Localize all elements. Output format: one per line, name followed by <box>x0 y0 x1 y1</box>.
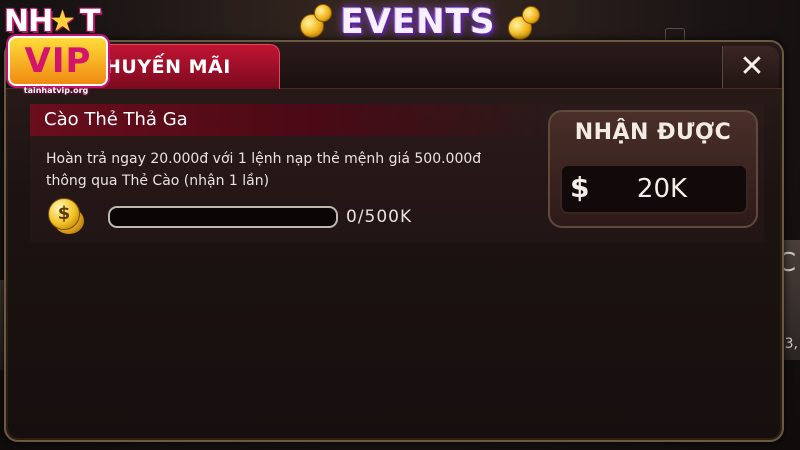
logo-vip-badge: VIP <box>8 36 108 86</box>
background-text-small: 3, <box>784 336 798 352</box>
event-description-line: Hoàn trả ngay 20.000đ với 1 lệnh nạp thẻ… <box>46 151 482 167</box>
reward-label: NHẬN ĐƯỢC <box>574 120 732 145</box>
panel-tab-bar: HUYẾN MÃI ✕ <box>6 42 782 89</box>
dollar-icon: $ <box>570 171 590 204</box>
logo-text-right: T <box>80 4 100 39</box>
coin-icon: $ <box>48 198 88 238</box>
event-card: Cào Thẻ Thả Ga Hoàn trả ngay 20.000đ với… <box>30 104 764 242</box>
coin-decoration-icon <box>522 6 540 24</box>
event-title: Cào Thẻ Thả Ga <box>44 109 188 130</box>
star-icon: ★ <box>49 4 76 39</box>
close-button[interactable]: ✕ <box>722 46 779 88</box>
nhatvip-logo: NH ★ T VIP tainhatvip.org <box>0 0 112 104</box>
event-description-line: thông qua Thẻ Cào (nhận 1 lần) <box>46 173 270 189</box>
reward-value-box: $ 20K <box>560 164 748 214</box>
events-header: EVENTS <box>300 0 540 44</box>
dollar-coin-icon: $ <box>48 198 80 230</box>
progress-text: 0/500K <box>346 207 413 227</box>
reward-value: 20K <box>636 174 688 204</box>
event-title-bar: Cào Thẻ Thả Ga <box>30 104 548 136</box>
event-description: Hoàn trả ngay 20.000đ với 1 lệnh nạp thẻ… <box>46 148 546 192</box>
reward-box: NHẬN ĐƯỢC $ 20K <box>548 110 758 228</box>
close-icon: ✕ <box>739 49 765 84</box>
events-title: EVENTS <box>340 2 496 42</box>
tab-label: HUYẾN MÃI <box>105 56 231 78</box>
logo-site-text: tainhatvip.org <box>23 86 89 95</box>
progress-bar <box>108 206 338 228</box>
game-screen: ỐC 3, EVENTS HUYẾN MÃI ✕ Cào Thẻ Thả Ga … <box>0 0 800 450</box>
logo-text-left: NH <box>4 4 53 39</box>
